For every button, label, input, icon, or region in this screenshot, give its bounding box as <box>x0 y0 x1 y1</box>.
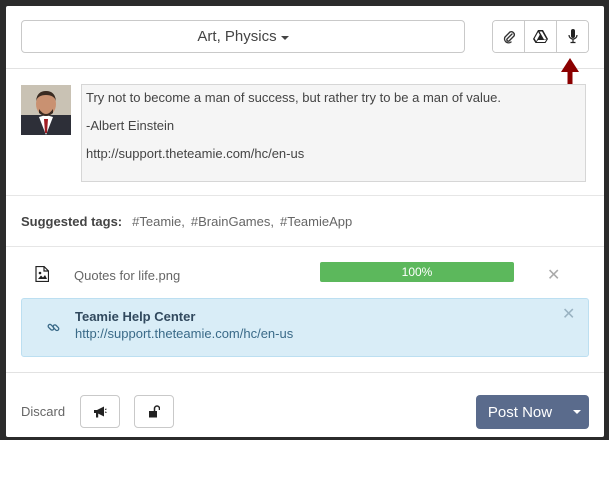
avatar <box>21 85 71 135</box>
post-now-button[interactable]: Post Now <box>476 395 564 429</box>
composer-toolbar: Art, Physics <box>6 6 604 69</box>
post-line-author: -Albert Einstein <box>86 118 175 133</box>
link-preview-card: Teamie Help Center http://support.thetea… <box>21 298 589 357</box>
image-file-icon <box>35 266 49 282</box>
file-attachment-row: Quotes for life.png 100% ✕ <box>6 248 604 296</box>
discard-link[interactable]: Discard <box>21 404 65 419</box>
post-now-label: Post Now <box>487 403 553 421</box>
announcement-button[interactable] <box>80 395 120 428</box>
megaphone-icon <box>94 406 107 417</box>
subject-dropdown[interactable]: Art, Physics <box>21 20 465 53</box>
post-composer-modal: Art, Physics Try not to become a man of … <box>6 6 604 437</box>
remove-file-close-icon[interactable]: ✕ <box>547 265 560 285</box>
composer-footer: Discard Post Now <box>6 372 604 437</box>
caret-down-icon <box>572 410 581 414</box>
post-textarea[interactable]: Try not to become a man of success, but … <box>81 84 586 182</box>
subject-dropdown-label: Art, Physics <box>197 28 277 45</box>
link-preview-title[interactable]: Teamie Help Center <box>75 309 195 324</box>
post-now-button-group: Post Now <box>476 395 589 429</box>
tag-teamieapp[interactable]: #TeamieApp <box>280 214 352 229</box>
tag-teamie[interactable]: #Teamie, <box>132 214 185 229</box>
caret-down-icon <box>280 35 289 40</box>
paperclip-icon <box>503 30 515 44</box>
upload-progress-fill: 100% <box>320 262 514 282</box>
compose-area: Try not to become a man of success, but … <box>6 70 604 196</box>
link-icon <box>47 323 60 332</box>
post-line-quote: Try not to become a man of success, but … <box>86 90 501 105</box>
google-drive-icon <box>533 30 548 43</box>
file-name: Quotes for life.png <box>74 268 181 283</box>
suggested-tags: Suggested tags: #Teamie, #BrainGames, #T… <box>6 197 604 247</box>
privacy-lock-button[interactable] <box>134 395 174 428</box>
post-options-dropdown[interactable] <box>564 395 589 429</box>
voice-record-button[interactable] <box>557 21 588 52</box>
post-line-url: http://support.theteamie.com/hc/en-us <box>86 146 305 161</box>
microphone-icon <box>567 29 578 44</box>
suggested-tags-label: Suggested tags: <box>21 214 123 229</box>
unlock-icon <box>149 405 160 418</box>
upload-progress-bar: 100% <box>320 262 514 282</box>
link-preview-url[interactable]: http://support.theteamie.com/hc/en-us <box>75 326 293 341</box>
google-drive-button[interactable] <box>525 21 557 52</box>
remove-link-close-icon[interactable]: ✕ <box>562 304 575 324</box>
attach-file-button[interactable] <box>493 21 525 52</box>
attachment-button-group <box>492 20 589 53</box>
tag-braingames[interactable]: #BrainGames, <box>191 214 274 229</box>
